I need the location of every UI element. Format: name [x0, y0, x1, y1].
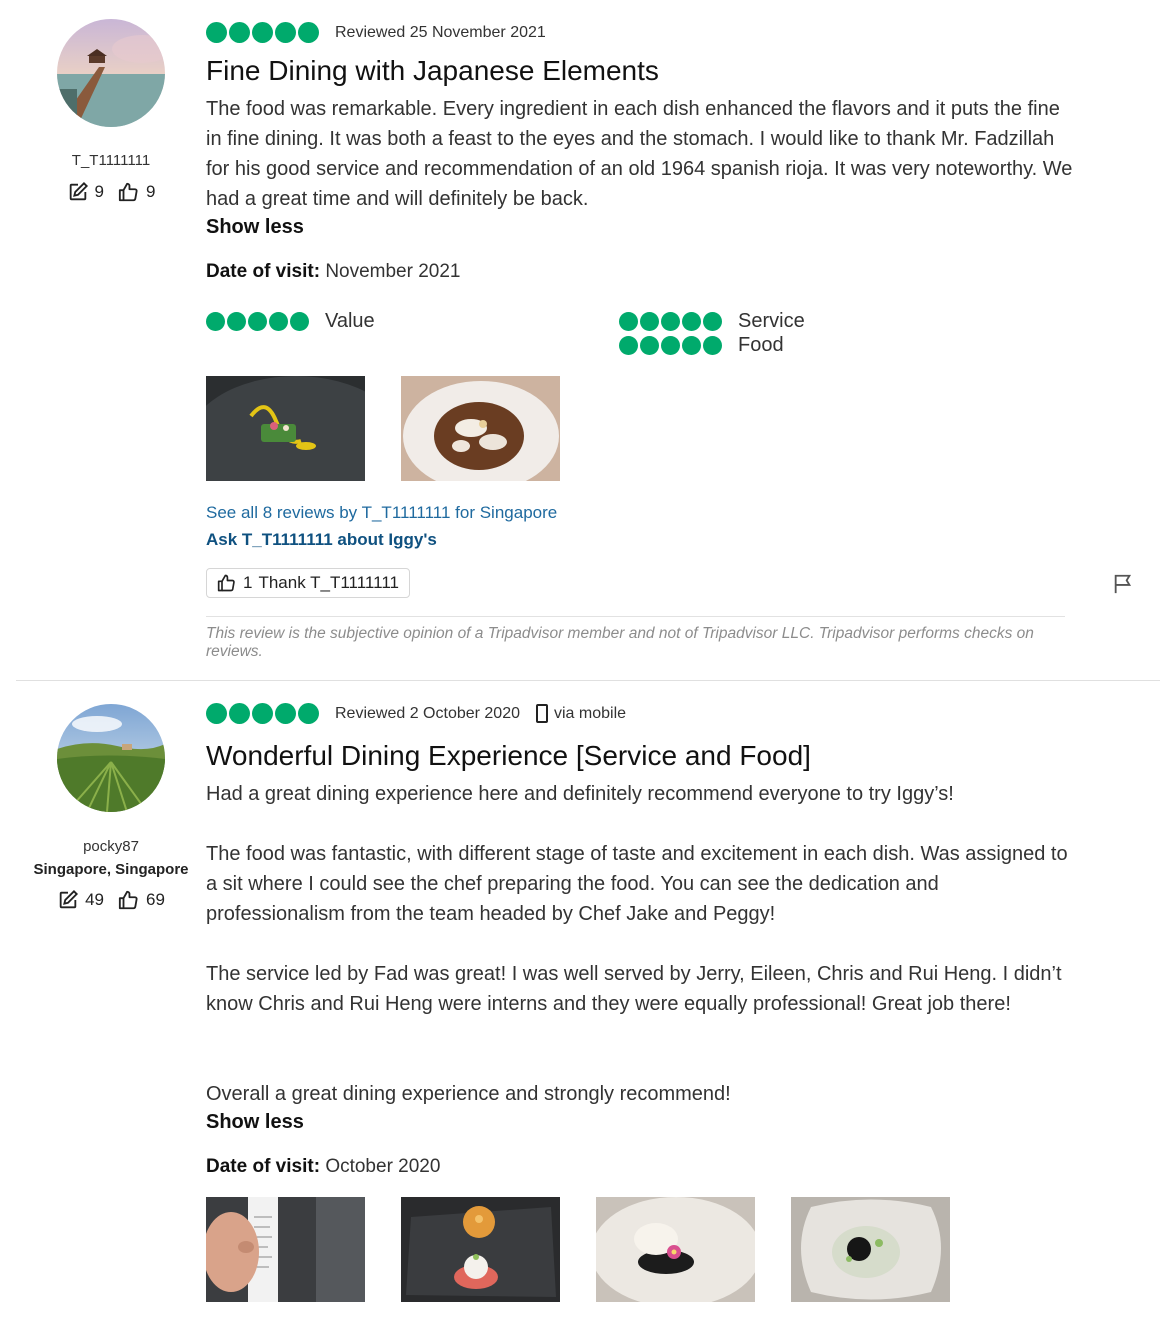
via-mobile-label: via mobile: [554, 704, 627, 722]
edit-icon: [69, 181, 88, 201]
review-paragraph: Had a great dining experience here and d…: [206, 783, 954, 805]
thank-count: 1: [243, 573, 253, 592]
sub-rating-service: Service: [619, 310, 805, 333]
rating-bubbles: [619, 312, 722, 331]
sub-rating-label: Service: [738, 310, 805, 332]
visit-value: October 2020: [325, 1156, 441, 1177]
visit-label: Date of visit:: [206, 261, 321, 282]
thumbs-up-icon: [118, 182, 138, 202]
review-photo[interactable]: [206, 1197, 365, 1302]
show-less-button[interactable]: Show less: [206, 1111, 304, 1134]
contributions-count: 49: [85, 890, 104, 909]
review-meta: Reviewed 2 October 2020 via mobile: [206, 703, 626, 724]
helpful-votes-count: 9: [146, 182, 156, 201]
review-title[interactable]: Wonderful Dining Experience [Service and…: [206, 740, 811, 772]
helpful-votes-stat: 9: [118, 181, 155, 203]
review-photo[interactable]: [791, 1197, 950, 1302]
helpful-votes-count: 69: [146, 890, 165, 909]
phone-icon: [536, 704, 548, 723]
sub-rating-label: Food: [738, 334, 784, 356]
edit-icon: [59, 889, 79, 909]
review-meta: Reviewed 25 November 2021: [206, 22, 546, 43]
review-paragraph: Overall a great dining experience and st…: [206, 1083, 731, 1105]
review-date: Reviewed 25 November 2021: [335, 23, 546, 41]
rating-bubbles: [206, 703, 319, 724]
sub-rating-label: Value: [325, 310, 375, 332]
username[interactable]: T_T1111111: [0, 152, 222, 169]
user-stats: 49 69: [0, 889, 222, 911]
review-photo[interactable]: [596, 1197, 755, 1302]
contributions-count: 9: [94, 182, 104, 201]
user-location: Singapore, Singapore: [33, 861, 189, 878]
user-stats: 9 9: [0, 181, 222, 203]
rating-bubbles: [619, 336, 722, 355]
rating-bubbles: [206, 312, 309, 331]
review-card: pocky87 Singapore, Singapore 49 69 Revie…: [0, 681, 1168, 1320]
thank-label: Thank T_T1111111: [258, 573, 399, 592]
visit-value: November 2021: [325, 261, 461, 282]
review-photo[interactable]: [206, 376, 365, 481]
review-disclaimer: This review is the subjective opinion of…: [206, 625, 1034, 660]
thumbs-up-icon: [217, 574, 235, 592]
review-date: Reviewed 2 October 2020: [335, 704, 520, 722]
avatar[interactable]: [57, 704, 165, 812]
visit-label: Date of visit:: [206, 1156, 321, 1177]
username[interactable]: pocky87: [0, 838, 222, 855]
review-photo[interactable]: [401, 1197, 560, 1302]
show-less-button[interactable]: Show less: [206, 216, 304, 239]
review-paragraph: The service led by Fad was great! I was …: [206, 963, 1062, 1015]
sub-rating-value: Value: [206, 310, 375, 333]
avatar[interactable]: [57, 19, 165, 127]
review-photo[interactable]: [401, 376, 560, 481]
review-title[interactable]: Fine Dining with Japanese Elements: [206, 55, 659, 87]
review-body: The food was remarkable. Every ingredien…: [206, 98, 1073, 210]
thumbs-up-icon: [118, 890, 138, 910]
date-of-visit: Date of visit: November 2021: [206, 261, 461, 283]
rating-bubbles: [206, 22, 319, 43]
contributions-stat: 49: [57, 889, 104, 911]
flag-icon[interactable]: [1112, 573, 1134, 595]
date-of-visit: Date of visit: October 2020: [206, 1156, 440, 1178]
thank-button[interactable]: 1 Thank T_T1111111: [206, 568, 410, 598]
review-card: T_T1111111 9 9 Reviewed 25 November 2021…: [0, 0, 1168, 681]
divider: [206, 616, 1065, 617]
via-mobile: via mobile: [536, 704, 626, 723]
see-all-reviews-link[interactable]: See all 8 reviews by T_T1111111 for Sing…: [206, 503, 557, 523]
sub-rating-food: Food: [619, 334, 784, 357]
review-paragraph: The food was fantastic, with different s…: [206, 843, 1068, 925]
ask-reviewer-link[interactable]: Ask T_T1111111 about Iggy's: [206, 530, 437, 550]
helpful-votes-stat: 69: [118, 889, 165, 911]
contributions-stat: 9: [67, 181, 104, 203]
